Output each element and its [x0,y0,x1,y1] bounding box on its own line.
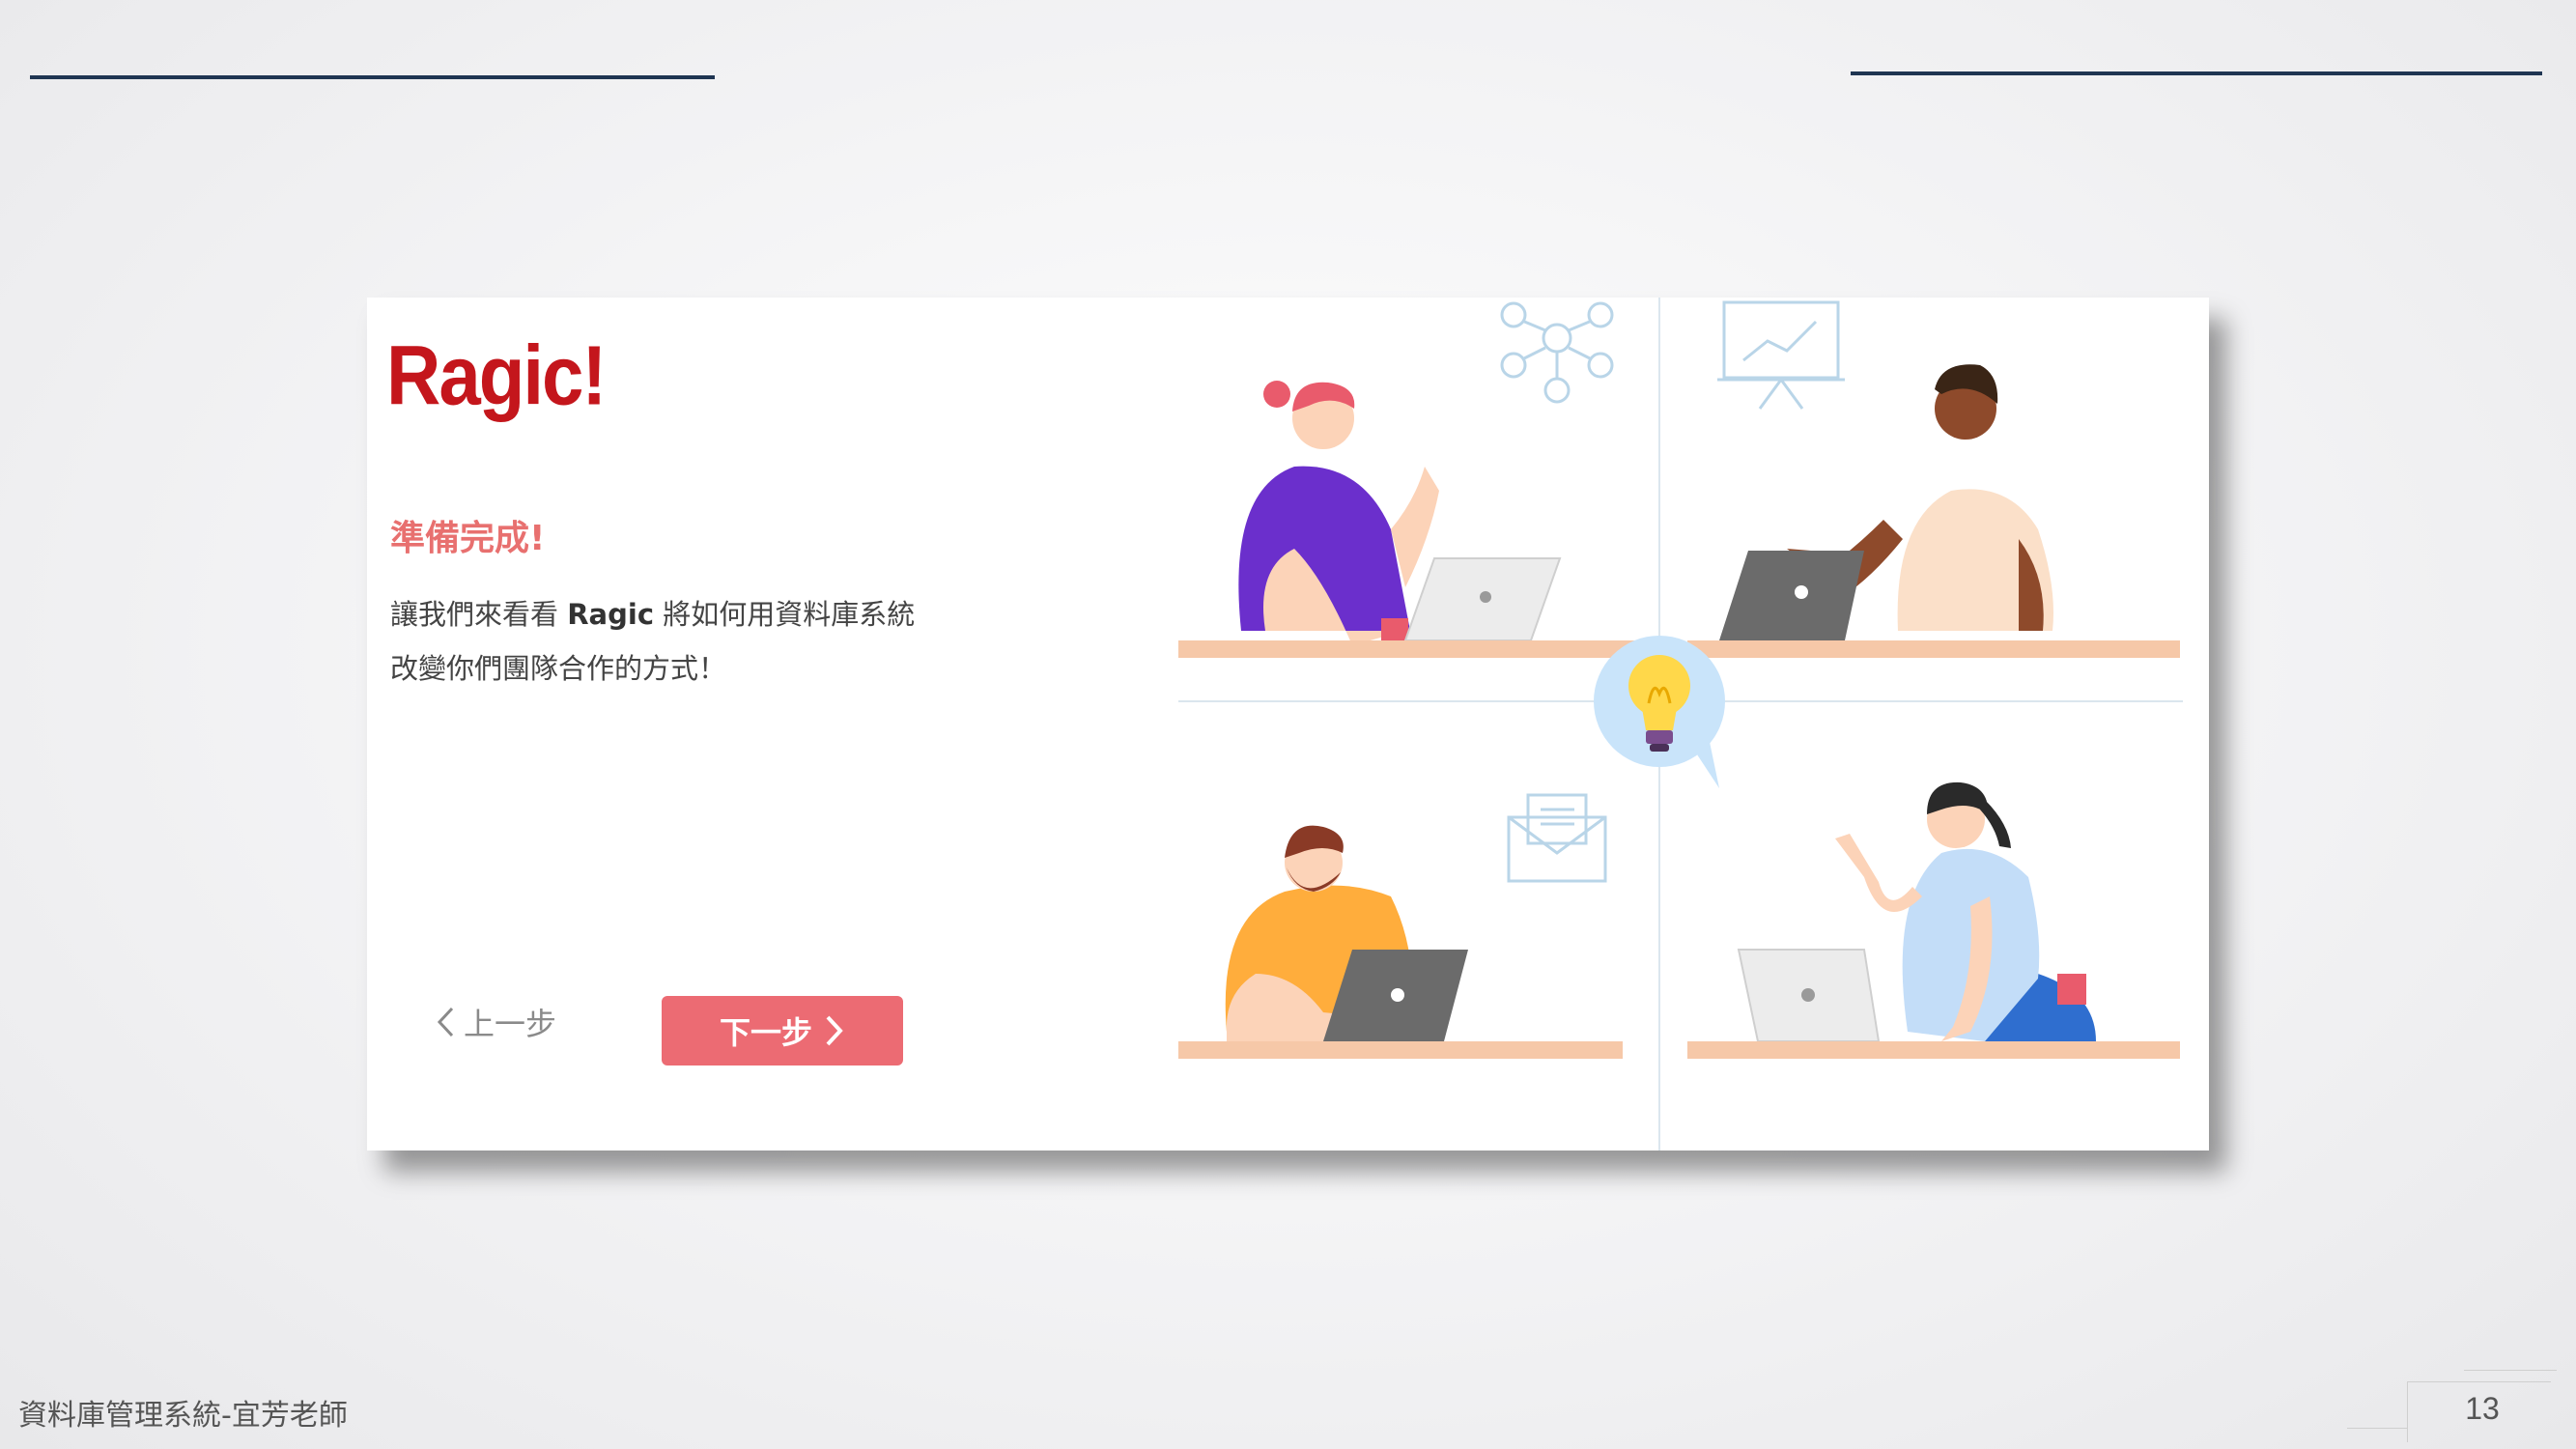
person-bottom-right [1737,781,2096,1042]
person-bottom-left [1225,825,1468,1041]
page-number-line-top [2464,1370,2557,1371]
ready-heading: 準備完成! [390,519,546,558]
lightbulb-icon [1594,636,1725,788]
footer-label: 資料庫管理系統-宜芳老師 [18,1399,348,1433]
teamwork-illustration [1178,298,2183,1151]
desk-bottom-right [1687,1041,2180,1059]
page-number: 13 [2465,1391,2500,1426]
desk-bottom-left [1178,1041,1623,1059]
presentation-board-icon [1717,300,1845,410]
chevron-right-icon [826,1015,843,1046]
onboarding-card: Ragic! 準備完成! 讓我們來看看 Ragic 將如何用資料庫系統 改變你們… [367,298,2209,1151]
next-step-button[interactable]: 下一步 [662,996,903,1065]
intro-line-1: 讓我們來看看 Ragic 將如何用資料庫系統 [390,587,915,641]
intro-line-2: 改變你們團隊合作的方式！ [390,652,727,685]
top-right-rule [1851,71,2542,75]
desk-top-right [1687,640,2180,658]
network-icon [1500,301,1614,404]
page-number-line [2347,1428,2407,1429]
next-step-label: 下一步 [719,1014,812,1051]
top-left-rule [30,75,715,79]
intro-post: 將如何用資料庫系統 [654,598,916,631]
person-top-left [1238,381,1562,645]
ragic-logo: Ragic! [386,327,607,423]
person-top-right [1719,364,2053,640]
intro-pre: 讓我們來看看 [390,598,568,631]
previous-step-label: 上一步 [464,1006,557,1042]
envelope-icon [1507,793,1607,883]
intro-text: 讓我們來看看 Ragic 將如何用資料庫系統 改變你們團隊合作的方式！ [390,587,915,696]
chevron-left-icon [437,1007,454,1037]
previous-step-button[interactable]: 上一步 [435,993,599,1051]
intro-brand: Ragic [567,598,655,631]
desk-top-left [1178,640,1657,658]
